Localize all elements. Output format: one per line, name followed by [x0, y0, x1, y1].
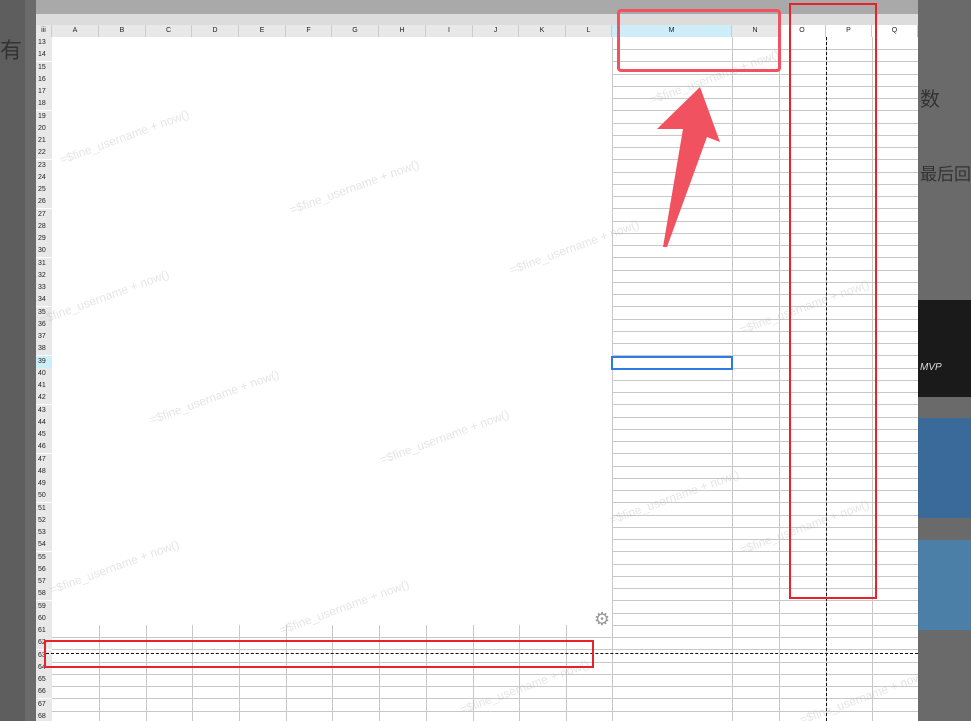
watermark-text: =$fine_username + now() — [47, 537, 182, 597]
banner-text: MVP — [920, 362, 942, 373]
row-header[interactable]: 38 — [36, 343, 52, 356]
column-header-d[interactable]: D — [192, 25, 239, 37]
row-header[interactable]: 23 — [36, 159, 52, 172]
row-header[interactable]: 16 — [36, 73, 52, 86]
row-header[interactable]: 61 — [36, 625, 52, 637]
grid-line — [52, 637, 918, 638]
watermark-text: =$fine_username + now() — [507, 217, 642, 277]
row-header[interactable]: 66 — [36, 686, 52, 699]
row-header[interactable]: 25 — [36, 184, 52, 196]
row-header[interactable]: 31 — [36, 257, 52, 270]
column-header-a[interactable]: A — [52, 25, 99, 37]
grid-line — [732, 37, 733, 721]
background-text: 最后回 — [920, 165, 971, 184]
row-header[interactable]: 46 — [36, 441, 52, 454]
watermark-text: =$fine_username + now() — [287, 157, 422, 217]
row-header[interactable]: 24 — [36, 171, 52, 184]
column-header-i[interactable]: I — [426, 25, 473, 37]
row-header[interactable]: 39 — [36, 355, 52, 368]
row-header[interactable]: 45 — [36, 429, 52, 441]
row-header[interactable]: 41 — [36, 380, 52, 392]
row-header[interactable]: 20 — [36, 122, 52, 135]
row-header[interactable]: 56 — [36, 563, 52, 576]
grid-line — [779, 37, 780, 721]
watermark-text: =$fine_username + now() — [797, 667, 918, 721]
row-header[interactable]: 26 — [36, 196, 52, 209]
row-header[interactable]: 55 — [36, 551, 52, 564]
column-header-g[interactable]: G — [332, 25, 379, 37]
row-header[interactable]: 19 — [36, 110, 52, 123]
row-header[interactable]: 17 — [36, 86, 52, 98]
select-all-corner[interactable]: iii — [36, 25, 52, 37]
row-header[interactable]: 29 — [36, 233, 52, 245]
background-banner: MVP — [918, 300, 971, 397]
row-header[interactable]: 43 — [36, 404, 52, 417]
watermark-text: =$fine_username + now() — [377, 407, 512, 467]
annotation-box-column-m — [617, 9, 781, 72]
grid-line — [52, 710, 918, 712]
row-header[interactable]: 40 — [36, 367, 52, 380]
row-header[interactable]: 49 — [36, 478, 52, 490]
selected-cell[interactable] — [611, 355, 733, 370]
title-bar — [36, 0, 918, 14]
annotation-arrow-icon — [657, 87, 720, 247]
gear-icon[interactable]: ⚙ — [594, 609, 610, 630]
column-header-c[interactable]: C — [146, 25, 192, 37]
row-header[interactable]: 68 — [36, 710, 52, 721]
watermark-text: =$fine_username + now() — [37, 267, 172, 327]
column-header-f[interactable]: F — [286, 25, 332, 37]
column-header-l[interactable]: L — [566, 25, 612, 37]
row-header[interactable]: 32 — [36, 269, 52, 282]
background-text: 数 — [920, 89, 940, 111]
row-header[interactable]: 18 — [36, 98, 52, 111]
row-header[interactable]: 54 — [36, 539, 52, 552]
toolbar — [36, 14, 918, 25]
row-header[interactable]: 34 — [36, 294, 52, 307]
row-header[interactable]: 27 — [36, 208, 52, 221]
row-header[interactable]: 13 — [36, 37, 52, 49]
column-header-e[interactable]: E — [239, 25, 286, 37]
grid-line — [52, 673, 918, 675]
background-page-left — [0, 0, 25, 721]
row-header[interactable]: 44 — [36, 416, 52, 429]
annotation-box-rows-62-63 — [44, 640, 594, 668]
column-header-q[interactable]: Q — [872, 25, 918, 37]
watermark-text: =$fine_username + now() — [147, 367, 282, 427]
grid-line — [612, 37, 613, 721]
row-header[interactable]: 21 — [36, 135, 52, 147]
background-banner — [918, 540, 971, 630]
row-header[interactable]: 22 — [36, 147, 52, 160]
row-header[interactable]: 15 — [36, 61, 52, 74]
row-header[interactable]: 28 — [36, 220, 52, 233]
spreadsheet[interactable]: iii A B C D E F G H I J K L M N O P Q 13 14 15 16 17 18 19 20 21 2… — [36, 0, 918, 721]
row-header[interactable]: 14 — [36, 49, 52, 62]
row-header[interactable]: 33 — [36, 282, 52, 294]
grid-line — [52, 686, 918, 687]
row-header[interactable]: 65 — [36, 674, 52, 686]
row-header[interactable]: 42 — [36, 392, 52, 405]
column-header-h[interactable]: H — [379, 25, 426, 37]
row-header[interactable]: 60 — [36, 612, 52, 625]
watermark-text: =$fine_username + now() — [57, 107, 192, 167]
background-banner — [918, 418, 971, 518]
row-header[interactable]: 37 — [36, 331, 52, 343]
row-header[interactable]: 52 — [36, 514, 52, 527]
column-header-k[interactable]: K — [519, 25, 566, 37]
row-header[interactable]: 53 — [36, 527, 52, 539]
column-header-b[interactable]: B — [99, 25, 146, 37]
annotation-box-column-o-p — [789, 3, 877, 599]
row-header[interactable]: 47 — [36, 453, 52, 466]
column-header-j[interactable]: J — [473, 25, 519, 37]
background-text: 有 — [0, 38, 23, 63]
row-header[interactable]: 67 — [36, 698, 52, 711]
row-header[interactable]: 48 — [36, 465, 52, 478]
row-header[interactable]: 51 — [36, 502, 52, 515]
watermark-text: =$fine_username + now() — [607, 467, 742, 527]
row-header[interactable]: 30 — [36, 245, 52, 258]
row-header[interactable]: 59 — [36, 600, 52, 613]
row-header[interactable]: 50 — [36, 490, 52, 503]
watermark-text: =$fine_username + now() — [277, 577, 412, 637]
